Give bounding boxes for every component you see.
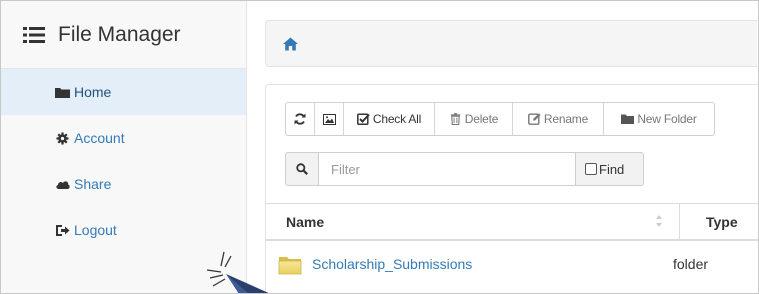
gear-icon	[56, 131, 69, 145]
sidebar-item-logout[interactable]: Logout	[1, 207, 246, 253]
sort-icon[interactable]	[655, 213, 663, 229]
sidebar-item-label: Share	[74, 176, 112, 192]
column-header-name[interactable]: Name	[286, 214, 324, 230]
column-divider	[679, 204, 680, 240]
rename-button[interactable]: Rename	[513, 103, 604, 135]
app-brand[interactable]: File Manager	[1, 1, 246, 69]
find-checkbox[interactable]: Find	[576, 152, 644, 186]
sidebar-item-label: Account	[74, 130, 125, 146]
trash-icon	[450, 113, 460, 125]
refresh-icon	[294, 113, 306, 125]
folder-icon	[621, 114, 635, 124]
folder-icon	[278, 257, 302, 275]
search-addon	[285, 152, 319, 186]
app-title: File Manager	[58, 22, 181, 46]
filter-row: Filter Find	[285, 152, 644, 186]
home-icon[interactable]	[283, 37, 298, 51]
rename-label: Rename	[543, 112, 589, 126]
image-view-button[interactable]	[315, 103, 344, 135]
new-folder-label: New Folder	[637, 112, 697, 126]
sidebar-item-label: Logout	[74, 222, 117, 238]
folder-icon	[55, 87, 70, 98]
cloud-icon	[56, 180, 70, 189]
sidebar-item-home[interactable]: Home	[1, 69, 246, 115]
logout-icon	[56, 224, 70, 236]
main-content: Check All Delete Rename New Folder Filte…	[262, 0, 759, 294]
delete-label: Delete	[464, 112, 499, 126]
image-icon	[322, 113, 336, 125]
edit-icon	[528, 113, 541, 125]
filter-input[interactable]: Filter	[319, 152, 576, 186]
find-label: Find	[599, 161, 625, 177]
check-square-icon	[356, 113, 370, 125]
sidebar: File Manager Home Account Share Logout	[1, 1, 247, 293]
refresh-button[interactable]	[286, 103, 315, 135]
check-all-button[interactable]: Check All	[344, 103, 435, 135]
sidebar-item-share[interactable]: Share	[1, 161, 246, 207]
delete-button[interactable]: Delete	[435, 103, 513, 135]
file-type: folder	[673, 256, 709, 272]
file-name-link[interactable]: Scholarship_Submissions	[312, 256, 472, 272]
sidebar-item-account[interactable]: Account	[1, 115, 246, 161]
file-panel: Check All Delete Rename New Folder Filte…	[265, 84, 759, 294]
new-folder-button[interactable]: New Folder	[604, 103, 714, 135]
table-header: Name Type	[266, 203, 759, 241]
list-icon	[23, 26, 45, 43]
table-row[interactable]: Scholarship_Submissions folder	[266, 241, 759, 287]
sidebar-item-label: Home	[74, 84, 112, 100]
toolbar: Check All Delete Rename New Folder	[285, 102, 715, 136]
column-header-type[interactable]: Type	[706, 214, 738, 230]
check-all-label: Check All	[372, 112, 422, 126]
checkbox-icon	[585, 163, 597, 175]
search-icon	[296, 163, 308, 175]
filter-placeholder: Filter	[331, 161, 360, 177]
breadcrumb	[265, 20, 757, 67]
